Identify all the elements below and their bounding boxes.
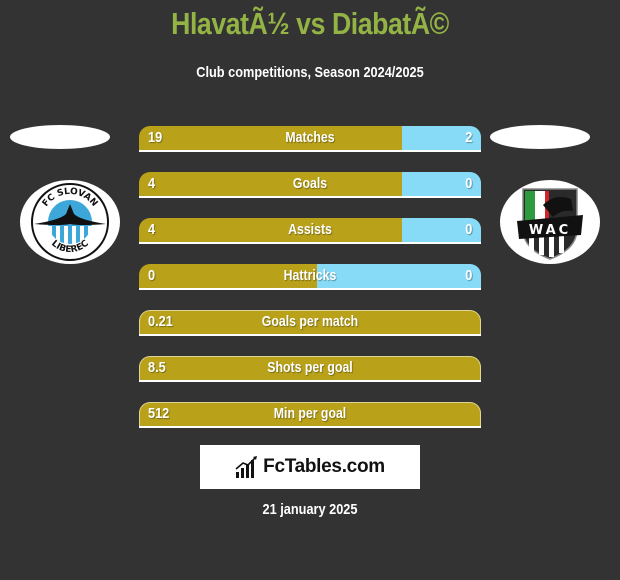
right-player-placeholder — [490, 125, 590, 149]
page-title: HlavatÃ½ vs DiabatÃ© — [171, 6, 449, 41]
stat-row-hattricks: 0 Hattricks 0 — [139, 264, 481, 290]
left-value: 4 — [148, 175, 156, 192]
report-date: 21 january 2025 — [262, 501, 358, 518]
stat-label: Assists — [288, 221, 332, 238]
stat-label: Shots per goal — [267, 359, 353, 376]
stat-row-matches: 19 Matches 2 — [139, 126, 481, 152]
brand-name: FcTables.com — [263, 456, 385, 477]
stat-label: Goals — [292, 175, 328, 192]
stat-label: Matches — [285, 129, 335, 146]
left-team-logo[interactable]: FC SLOVAN LIBEREC — [20, 180, 120, 264]
fc-slovan-liberec-logo-icon: FC SLOVAN LIBEREC — [31, 183, 109, 261]
wac-logo-icon: WAC — [517, 188, 583, 260]
stat-label: Min per goal — [273, 405, 347, 422]
left-player-placeholder — [10, 125, 110, 149]
stat-label: Hattricks — [283, 267, 337, 284]
competition-subtitle: Club competitions, Season 2024/2025 — [196, 64, 424, 81]
stat-row-goals-per-match: 0.21 Goals per match — [139, 310, 481, 336]
stat-row-goals: 4 Goals 0 — [139, 172, 481, 198]
right-value: 0 — [464, 267, 472, 284]
left-value: 8.5 — [148, 359, 166, 376]
right-value: 2 — [464, 129, 472, 146]
bar-chart-icon — [235, 456, 258, 478]
fctables-brand-banner[interactable]: FcTables.com — [200, 445, 420, 489]
left-value: 512 — [148, 405, 170, 422]
stat-row-assists: 4 Assists 0 — [139, 218, 481, 244]
stat-label: Goals per match — [261, 313, 359, 330]
stat-row-min-per-goal: 512 Min per goal — [139, 402, 481, 428]
stat-row-shots-per-goal: 8.5 Shots per goal — [139, 356, 481, 382]
right-team-logo[interactable]: WAC — [500, 180, 600, 264]
left-value: 19 — [148, 129, 163, 146]
right-value: 0 — [464, 221, 472, 238]
right-value: 0 — [464, 175, 472, 192]
svg-text:WAC: WAC — [529, 223, 571, 238]
left-value: 4 — [148, 221, 156, 238]
left-value: 0 — [148, 267, 156, 284]
